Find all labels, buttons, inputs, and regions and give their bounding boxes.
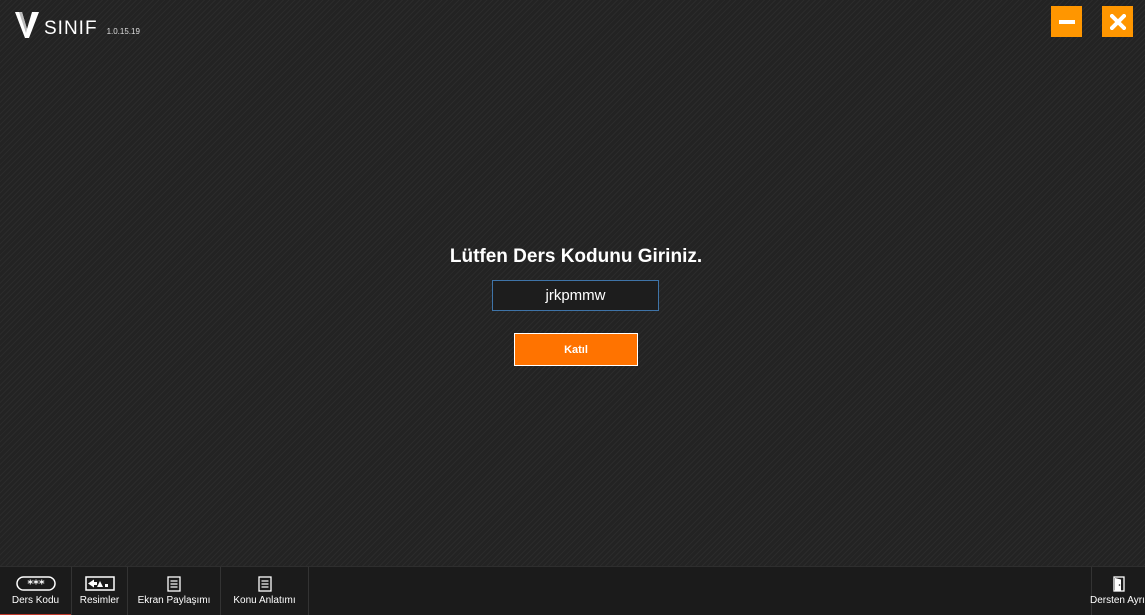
minus-icon [1058,19,1075,24]
toolbar-item-topic-lecture[interactable]: Konu Anlatımı [221,567,309,615]
document-icon [167,575,181,592]
app-version: 1.0.15.19 [106,27,140,36]
toolbar-item-images[interactable]: Resimler [72,567,128,615]
app-window: SINIF 1.0.15.19 Lütfen Ders Kodunu Girin… [0,0,1145,615]
toolbar-item-label: Resimler [79,595,120,606]
minimize-button[interactable] [1051,6,1082,37]
door-icon [1112,575,1125,592]
app-logo: SINIF 1.0.15.19 [14,11,140,39]
close-button[interactable] [1102,6,1133,37]
toolbar-item-label: Konu Anlatımı [233,595,296,606]
images-icon [84,575,115,592]
password-icon: *** [15,575,56,592]
bottom-toolbar: *** Ders Kodu Resimler Ekran Paylaşımı K… [0,566,1145,615]
leave-lesson-label: Dersten Ayrıl [1089,595,1145,606]
app-name: SINIF [44,18,98,39]
v-logo-icon [15,12,39,38]
lesson-code-prompt: Lütfen Ders Kodunu Giriniz. [449,246,703,267]
document-icon [257,575,272,592]
toolbar-item-label: Ekran Paylaşımı [137,595,211,606]
leave-lesson-button[interactable]: Dersten Ayrıl [1089,567,1145,615]
svg-text:***: *** [27,578,45,591]
join-button[interactable]: Katıl [514,333,638,366]
close-icon [1109,13,1126,30]
toolbar-item-lesson-code[interactable]: *** Ders Kodu [0,567,72,615]
lesson-code-input[interactable] [492,280,659,311]
toolbar-item-label: Ders Kodu [11,595,60,606]
toolbar-item-screen-share[interactable]: Ekran Paylaşımı [128,567,221,615]
